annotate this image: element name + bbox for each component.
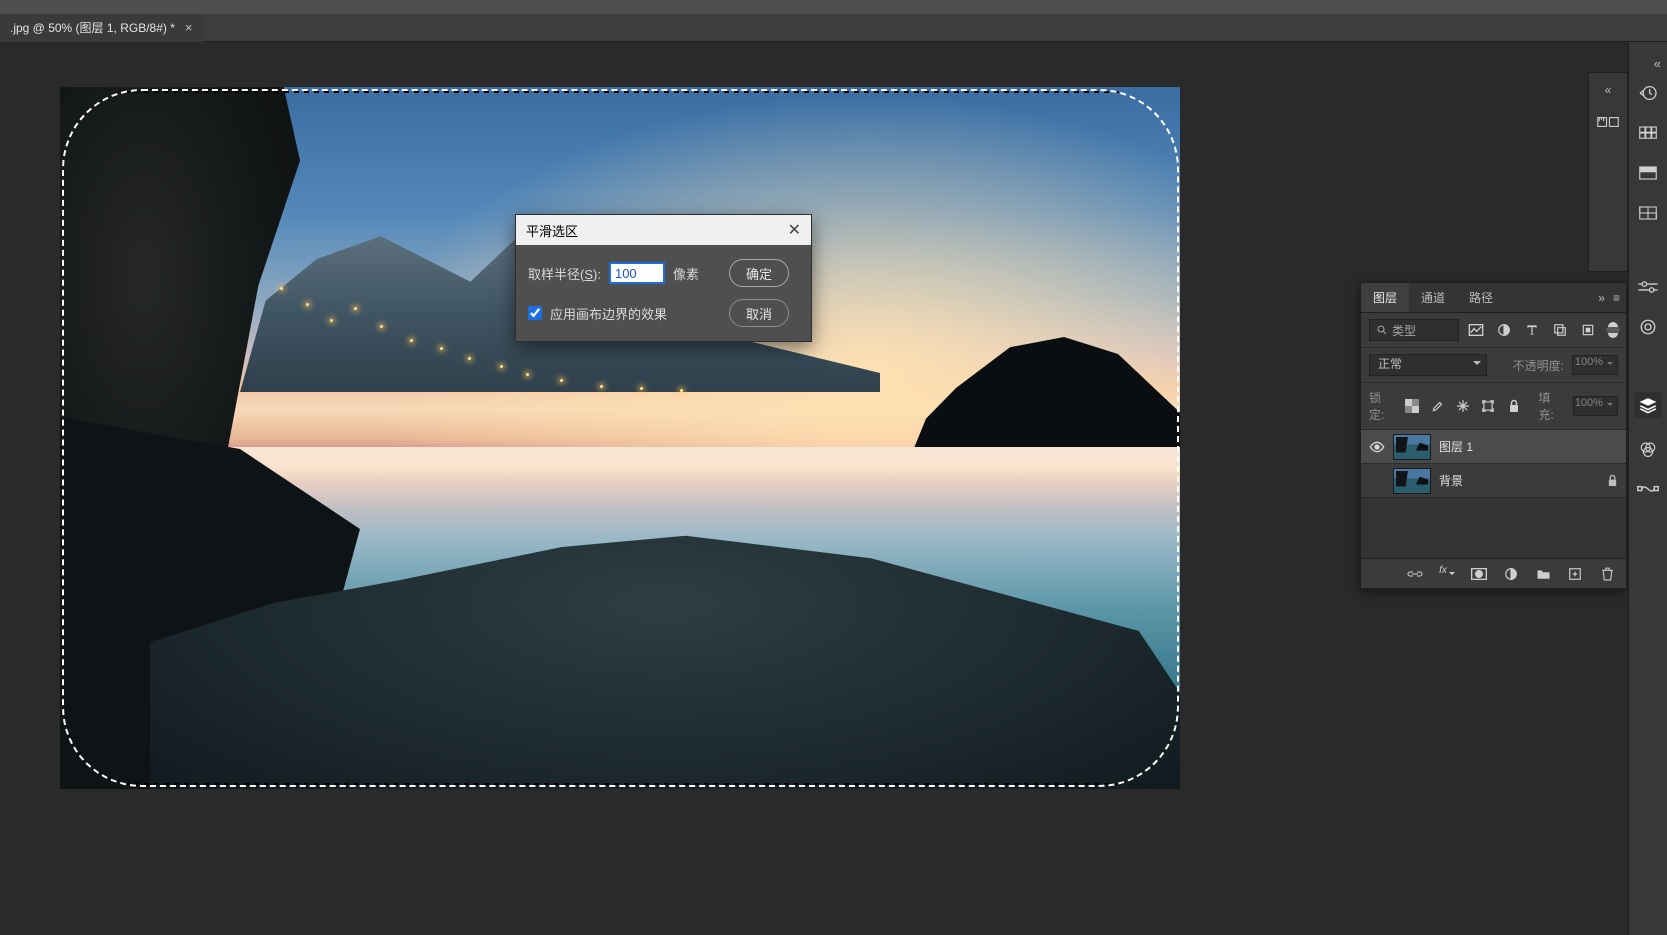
blend-mode-select[interactable]: 正常 [1369, 354, 1487, 376]
ok-button[interactable]: 确定 [729, 259, 789, 287]
expand-arrow-icon[interactable]: « [1605, 83, 1612, 97]
apply-canvas-bounds-checkbox[interactable] [528, 306, 542, 320]
layer-name[interactable]: 背景 [1439, 472, 1463, 489]
adjustments-icon[interactable] [1634, 278, 1662, 296]
ruler-panel-icon[interactable] [1594, 113, 1622, 131]
fill-label: 填充: [1538, 389, 1564, 423]
lock-transparency-icon[interactable] [1403, 397, 1420, 415]
layers-panel-footer: fx [1361, 558, 1626, 588]
lock-label: 锁定: [1369, 389, 1395, 423]
delete-layer-icon[interactable] [1598, 565, 1616, 583]
layer-row[interactable]: 图层 1 [1361, 430, 1626, 464]
history-icon[interactable] [1634, 84, 1662, 102]
collapsed-panel-group[interactable]: « [1588, 72, 1628, 272]
link-layers-icon[interactable] [1406, 565, 1424, 583]
libraries-icon[interactable] [1634, 164, 1662, 182]
collapse-arrow-icon[interactable]: « [1654, 56, 1661, 71]
close-icon[interactable]: ✕ [788, 220, 801, 240]
filter-type-label: 类型 [1392, 322, 1416, 339]
filter-smart-icon[interactable] [1577, 319, 1599, 341]
swatches-icon[interactable] [1634, 124, 1662, 142]
panel-collapse-icon[interactable]: » [1598, 291, 1605, 305]
visibility-icon[interactable] [1369, 439, 1385, 455]
adjustment-layer-icon[interactable] [1502, 565, 1520, 583]
document-tab-title: .jpg @ 50% (图层 1, RGB/8#) * [10, 19, 175, 36]
tab-channels[interactable]: 通道 [1409, 283, 1457, 312]
layer-thumbnail[interactable] [1393, 468, 1431, 494]
lock-icon [1607, 474, 1618, 487]
paths-icon[interactable] [1634, 480, 1662, 498]
sample-radius-label: 取样半径(S): [528, 264, 601, 283]
menu-bar[interactable] [0, 0, 1667, 14]
tab-paths[interactable]: 路径 [1457, 283, 1505, 312]
document-tab[interactable]: .jpg @ 50% (图层 1, RGB/8#) * × [0, 14, 203, 42]
channels-icon[interactable] [1634, 440, 1662, 458]
search-icon [1376, 324, 1388, 336]
smooth-selection-dialog: 平滑选区 ✕ 取样半径(S): 像素 确定 应用画布边界的效果 取消 [515, 214, 812, 342]
layer-thumbnail[interactable] [1393, 434, 1431, 460]
dialog-title: 平滑选区 [526, 221, 578, 240]
layers-panel: 图层 通道 路径 » ≡ 类型 [1360, 282, 1627, 589]
panel-menu-icon[interactable]: ≡ [1613, 291, 1620, 305]
filter-shape-icon[interactable] [1549, 319, 1571, 341]
unit-label: 像素 [673, 264, 699, 283]
workspace: 平滑选区 ✕ 取样半径(S): 像素 确定 应用画布边界的效果 取消 [0, 42, 1667, 935]
close-icon[interactable]: × [185, 20, 193, 35]
dialog-titlebar[interactable]: 平滑选区 ✕ [516, 215, 811, 245]
lock-all-icon[interactable] [1505, 397, 1522, 415]
filter-pixel-icon[interactable] [1465, 319, 1487, 341]
styles-icon[interactable] [1634, 318, 1662, 336]
filter-toggle[interactable] [1608, 322, 1618, 338]
sample-radius-input[interactable] [609, 262, 665, 284]
right-panel-dock: « [1628, 42, 1667, 935]
layers-empty-area[interactable] [1361, 498, 1626, 558]
filter-adjust-icon[interactable] [1493, 319, 1515, 341]
layer-mask-icon[interactable] [1470, 565, 1488, 583]
opacity-input[interactable]: 100% [1572, 355, 1618, 375]
layer-name[interactable]: 图层 1 [1439, 438, 1473, 455]
canvas[interactable] [60, 87, 1180, 789]
lock-position-icon[interactable] [1454, 397, 1471, 415]
filter-type-icon[interactable] [1521, 319, 1543, 341]
image-content [60, 87, 1180, 789]
layer-row[interactable]: 背景 [1361, 464, 1626, 498]
cancel-button[interactable]: 取消 [729, 299, 789, 327]
layer-filter-type[interactable]: 类型 [1369, 319, 1459, 341]
new-layer-icon[interactable] [1566, 565, 1584, 583]
lock-pixels-icon[interactable] [1429, 397, 1446, 415]
layers-list: 图层 1 背景 [1361, 430, 1626, 558]
layer-filter-bar: 类型 [1361, 313, 1626, 348]
opacity-label: 不透明度: [1513, 357, 1564, 374]
apply-canvas-bounds-label: 应用画布边界的效果 [550, 304, 667, 323]
document-tab-bar: .jpg @ 50% (图层 1, RGB/8#) * × [0, 14, 1667, 42]
tab-layers[interactable]: 图层 [1361, 283, 1409, 312]
layers-icon[interactable] [1634, 392, 1662, 418]
patterns-icon[interactable] [1634, 204, 1662, 222]
fill-input[interactable]: 100% [1573, 396, 1618, 416]
group-icon[interactable] [1534, 565, 1552, 583]
lock-artboard-icon[interactable] [1480, 397, 1497, 415]
layer-style-icon[interactable]: fx [1438, 565, 1456, 583]
